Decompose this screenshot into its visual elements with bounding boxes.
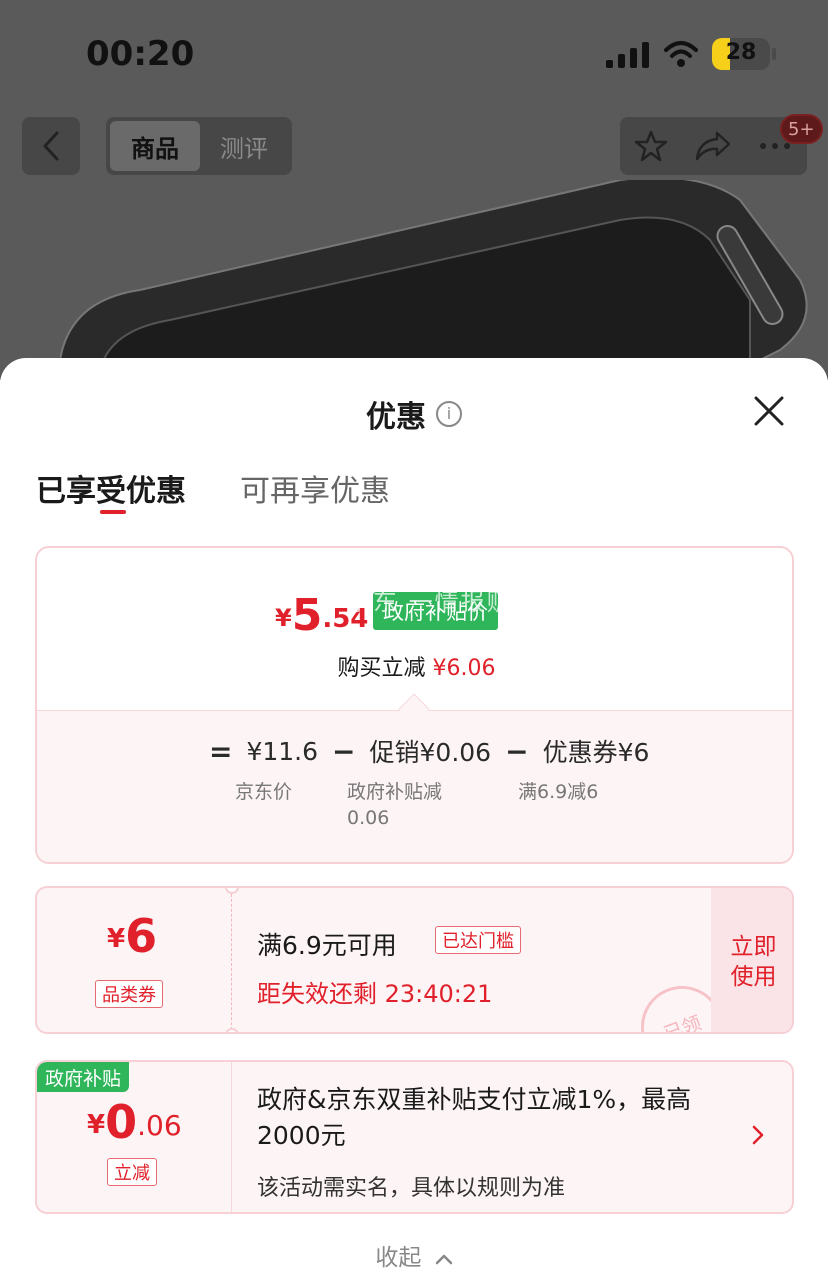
price-breakdown: = ¥11.6 − 促销¥0.06 − 优惠券¥6 京东价 政府补贴减 0.06… (37, 710, 792, 862)
promo-label: 政府补贴减 0.06 (347, 781, 443, 829)
share-icon (695, 131, 731, 161)
header-actions (620, 117, 807, 175)
back-icon (43, 131, 59, 161)
collapse-button[interactable]: 收起 (0, 1238, 828, 1272)
active-tab-indicator (100, 510, 126, 514)
jd-price-value: ¥11.6 (246, 736, 319, 766)
breakdown-formula: = ¥11.6 − 促销¥0.06 − 优惠券¥6 (209, 734, 650, 768)
coupon-countdown: 距失效还剩 23:40:21 (257, 980, 493, 1008)
tab-review[interactable]: 测评 (200, 121, 288, 171)
watermark: 京东 一情报贩 (347, 588, 513, 616)
product-image (60, 180, 808, 380)
coupon-type-badge: 品类券 (95, 980, 163, 1008)
gov-subsidy-tag: 政府补贴 (37, 1062, 130, 1092)
category-coupon-card: ¥ 6 品类券 满6.9元可用 已达门槛 距失效还剩 23:40:21 已领 立… (35, 886, 794, 1034)
subsidy-title: 政府&京东双重补贴支付立减1%，最高2000元 (257, 1085, 692, 1150)
close-icon[interactable] (752, 394, 786, 428)
battery-icon: 28 (712, 38, 770, 70)
share-button[interactable] (682, 117, 744, 175)
message-count-badge: 5+ (780, 114, 823, 144)
discount-tabs: 已享受优惠 可再享优惠 (36, 466, 390, 514)
favorite-button[interactable] (620, 117, 682, 175)
subsidy-note: 该活动需实名，具体以规则为准 (257, 1176, 566, 1201)
cellular-signal-icon (606, 42, 649, 68)
coupon-amount: ¥ 6 (107, 909, 158, 963)
status-bar: 00:20 28 (0, 0, 828, 110)
subsidy-amount: ¥ 0 .06 (87, 1095, 182, 1149)
instant-reduction: 购买立减 ¥6.06 (337, 656, 496, 681)
coupon-condition: 满6.9元可用 (257, 931, 397, 960)
product-image-area: 00:20 28 商品 测评 5+ (0, 0, 828, 380)
instant-discount-badge: 立减 (107, 1158, 157, 1186)
tab-product[interactable]: 商品 (110, 121, 200, 171)
price-summary-card: ¥ 5 .54 政府补贴价 京东 一情报贩 购买立减 ¥6.06 = ¥11.6… (35, 546, 794, 864)
tab-enjoyed-discounts[interactable]: 已享受优惠 (36, 466, 186, 514)
chevron-up-icon (435, 1254, 452, 1265)
info-icon[interactable]: i (436, 401, 462, 427)
jd-price-label: 京东价 (235, 781, 293, 803)
back-button[interactable] (22, 117, 80, 175)
wifi-icon (664, 41, 698, 67)
discount-sheet: 优惠 i 已享受优惠 可再享优惠 ¥ 5 .54 政府补贴价 京东 一情报贩 购买… (0, 358, 828, 1272)
status-time: 00:20 (86, 34, 195, 74)
segment-control: 商品 测评 (106, 117, 292, 175)
gov-subsidy-card[interactable]: 政府补贴 ¥ 0 .06 立减 政府&京东双重补贴支付立减1%，最高2000元 … (35, 1060, 794, 1214)
use-now-button[interactable]: 立即 使用 (711, 888, 792, 1032)
threshold-reached-badge: 已达门槛 (435, 926, 521, 954)
coupon-value: 优惠券¥6 (542, 738, 650, 767)
coupon-label: 满6.9减6 (518, 781, 599, 803)
promo-value: 促销¥0.06 (369, 738, 492, 767)
star-icon (634, 130, 668, 162)
chevron-right-icon (752, 1125, 764, 1145)
more-icon (760, 143, 790, 149)
sheet-header: 优惠 i (0, 392, 828, 436)
coupon-value-area: ¥ 6 品类券 (37, 888, 231, 1032)
tab-more-discounts[interactable]: 可再享优惠 (240, 466, 390, 510)
battery-level: 28 (725, 40, 757, 65)
sheet-title: 优惠 (366, 400, 426, 435)
